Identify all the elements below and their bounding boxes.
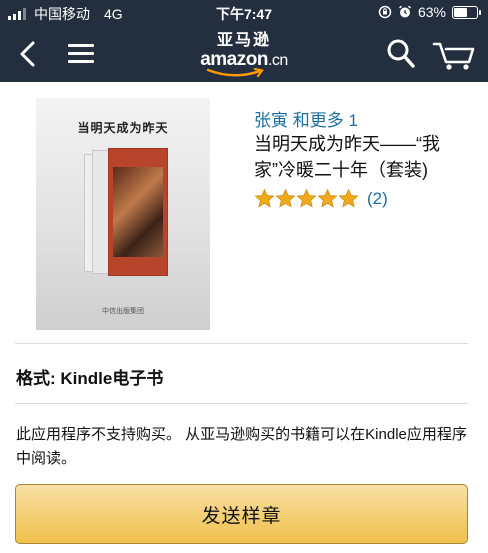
orientation-lock-icon — [378, 5, 392, 19]
star-icon — [338, 188, 359, 208]
cover-title: 当明天成为昨天 — [77, 121, 169, 135]
smile-arrow-icon — [206, 68, 264, 78]
divider — [15, 343, 468, 344]
book-cover-image[interactable]: 当明天成为昨天 中信出版集团 — [36, 98, 210, 330]
alarm-icon — [398, 5, 411, 18]
status-bar: 中国移动 4G 下午7:47 63% — [0, 0, 488, 26]
battery-icon — [452, 5, 481, 19]
divider — [15, 403, 468, 404]
battery-percent: 63% — [417, 4, 446, 20]
send-sample-button[interactable]: 发送样章 — [15, 484, 468, 544]
star-icon — [317, 188, 338, 208]
star-icon — [275, 188, 296, 208]
cover-volume — [108, 148, 168, 276]
back-icon[interactable] — [14, 38, 42, 70]
format-label: 格式: Kindle电子书 — [16, 369, 164, 388]
star-icon — [296, 188, 317, 208]
cart-icon[interactable] — [432, 38, 476, 72]
menu-icon[interactable] — [68, 40, 94, 68]
book-title: 当明天成为昨天——“我家”冷暖二十年（套装) — [254, 134, 440, 180]
rating[interactable]: (2) — [254, 188, 388, 209]
star-icon — [254, 188, 275, 208]
search-icon[interactable] — [386, 38, 416, 70]
nav-bar: 亚马逊 amazon.cn — [0, 26, 488, 82]
logo-cn-text: 亚马逊 — [216, 32, 271, 49]
review-count-link[interactable]: (2) — [367, 189, 388, 209]
author-link[interactable]: 张寅 和更多 1 — [254, 106, 358, 131]
purchase-notice: 此应用程序不支持购买。 从亚马逊购买的书籍可以在Kindle应用程序中阅读。 — [16, 426, 467, 467]
status-right: 63% — [378, 4, 481, 20]
cover-publisher: 中信出版集团 — [102, 308, 144, 315]
amazon-logo[interactable]: 亚马逊 amazon.cn — [196, 32, 292, 78]
star-rating — [254, 188, 359, 209]
